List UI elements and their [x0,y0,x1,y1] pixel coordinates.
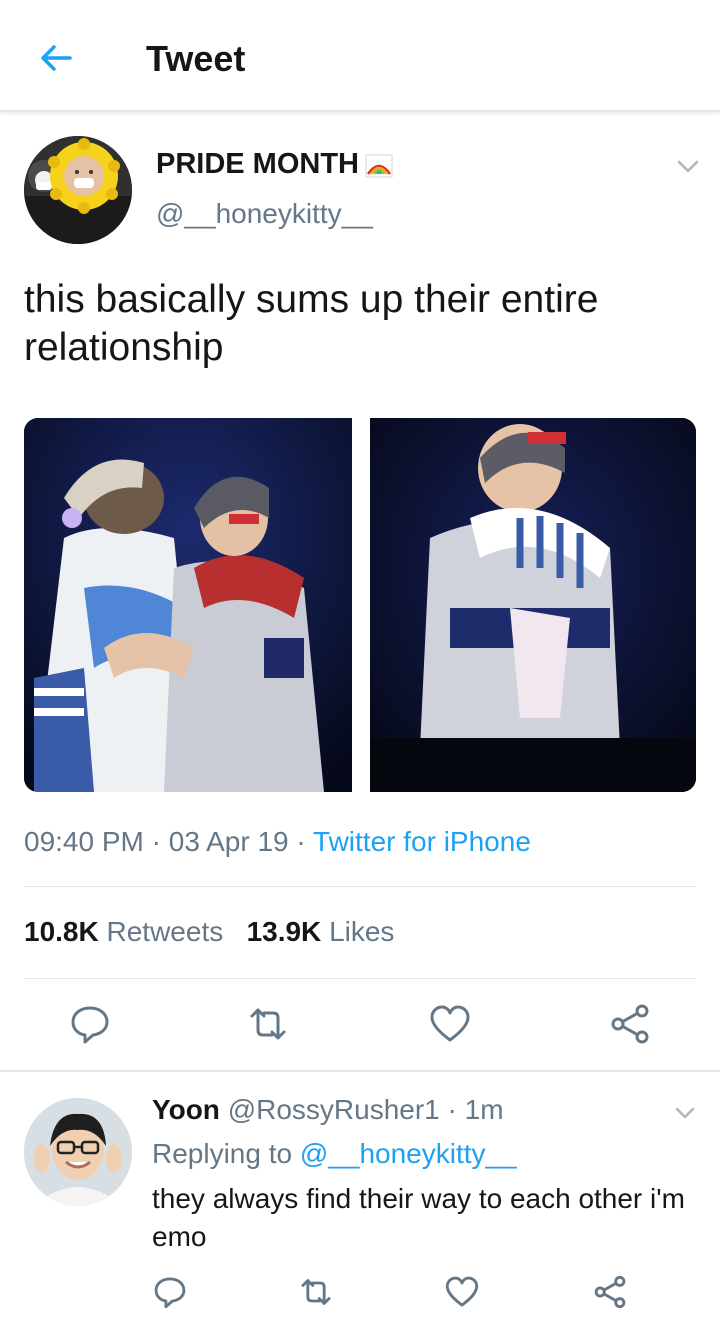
avatar-image [24,1098,132,1206]
share-icon[interactable] [608,1002,652,1046]
retweets-stat[interactable]: 10.8K Retweets [24,916,223,947]
replying-to: Replying to @__honeykitty__ [152,1138,517,1170]
retweet-icon[interactable] [246,1002,290,1046]
tweet-text: this basically sums up their entire rela… [24,278,599,369]
reply-handle[interactable]: @RossyRusher1 [228,1094,440,1125]
reply-display-name[interactable]: Yoon [152,1094,220,1125]
reply-icon[interactable] [68,1002,112,1046]
tweet-media[interactable] [24,418,696,792]
retweets-label: Retweets [106,916,224,947]
separator-dot: · [439,1094,465,1125]
author-handle[interactable]: @__honeykitty__ [156,198,373,230]
reply-header: Yoon @RossyRusher1 · 1m [152,1094,504,1126]
tweet-photo[interactable] [24,418,352,792]
reply-icon[interactable] [152,1274,188,1310]
separator-dot: · [288,826,314,857]
photo-image [370,418,696,792]
heart-icon[interactable] [444,1274,480,1310]
likes-label: Likes [329,916,395,947]
retweets-count: 10.8K [24,916,99,947]
avatar-image [24,136,132,244]
display-name[interactable]: PRIDE MONTH [156,148,359,181]
chevron-down-icon[interactable] [674,152,702,180]
avatar[interactable] [24,1098,132,1206]
page-title: Tweet [146,38,246,79]
chevron-down-icon[interactable] [672,1100,698,1126]
tweet-timestamp: 09:40 PM · 03 Apr 19 · Twitter for iPhon… [24,826,531,858]
photo-image [24,418,352,792]
heart-icon[interactable] [428,1002,472,1046]
rainbow-flag-icon [365,154,393,178]
arrow-left-icon[interactable] [36,38,76,78]
tweet-date: 03 Apr 19 [168,826,289,857]
replying-to-prefix: Replying to [152,1138,300,1169]
separator-dot: · [143,826,169,857]
reply-text: they always find their way to each other… [152,1183,685,1252]
divider [24,886,696,887]
avatar[interactable] [24,136,132,244]
likes-count: 13.9K [246,916,322,947]
tweet-source-link[interactable]: Twitter for iPhone [313,826,531,857]
tweet-time: 09:40 PM [24,826,144,857]
likes-stat[interactable]: 13.9K Likes [247,916,395,947]
tweet-photo[interactable] [370,418,696,792]
top-app-bar: Tweet [0,0,720,112]
retweet-icon[interactable] [298,1274,334,1310]
share-icon[interactable] [592,1274,628,1310]
divider [0,1070,720,1072]
divider [24,978,696,979]
replying-to-link[interactable]: @__honeykitty__ [300,1138,517,1169]
reply-time: 1m [464,1094,504,1125]
tweet-stats: 10.8K Retweets 13.9K Likes [24,916,394,948]
